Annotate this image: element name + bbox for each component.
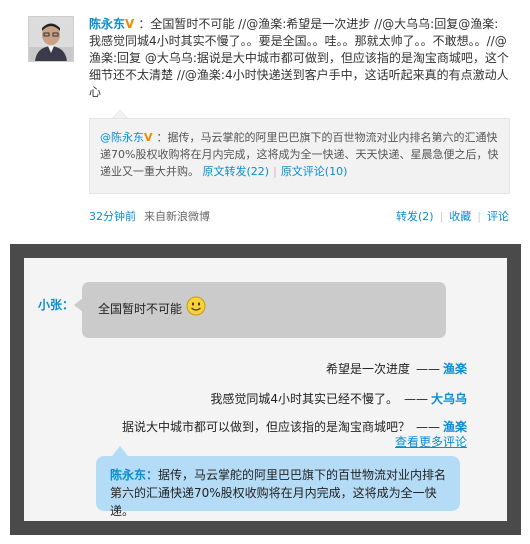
quote-author-link[interactable]: @陈永东 bbox=[100, 131, 144, 144]
smiley-icon bbox=[186, 296, 206, 316]
reply-author-link[interactable]: 大乌乌 bbox=[431, 392, 467, 406]
reply-dash: —— bbox=[415, 362, 440, 376]
reply-author-link[interactable]: 渔楽 bbox=[443, 362, 467, 376]
reply-item: 希望是一次进度 —— 渔楽 bbox=[326, 360, 467, 377]
reply-dash: —— bbox=[415, 420, 440, 434]
post-text: ：全国暂时不可能 //@渔楽:希望是一次进步 //@大乌乌:回复@渔楽:我感觉同… bbox=[89, 17, 509, 99]
reply-dash: —— bbox=[403, 392, 428, 406]
quote-caret bbox=[112, 110, 128, 118]
reply-author-link[interactable]: 渔楽 bbox=[443, 420, 467, 434]
quote-bubble-text: 据传，马云掌舵的阿里巴巴旗下的百世物流对业内排名第六的汇通快递70%股权收购将在… bbox=[110, 468, 447, 518]
quote-verified-badge-icon: V bbox=[144, 131, 153, 144]
post-actions: 转发(2) | 收藏 | 评论 bbox=[396, 208, 509, 224]
action-separator: | bbox=[439, 210, 444, 223]
verified-badge-icon: V bbox=[125, 17, 135, 31]
original-comment-link[interactable]: 原文评论(10) bbox=[281, 165, 348, 178]
post-content: 陈永东V ：全国暂时不可能 //@渔楽:希望是一次进步 //@大乌乌:回复@渔楽:… bbox=[89, 16, 509, 101]
post-footer: 32分钟前 来自新浪微博 转发(2) | 收藏 | 评论 bbox=[89, 208, 509, 224]
quote-bubble-author-link[interactable]: 陈永东： bbox=[110, 468, 158, 482]
post-source: 来自新浪微博 bbox=[144, 210, 210, 223]
weibo-post: 陈永东V ：全国暂时不可能 //@渔楽:希望是一次进步 //@大乌乌:回复@渔楽:… bbox=[0, 0, 530, 238]
speech-bubble: 全国暂时不可能 bbox=[82, 282, 446, 338]
mockup-frame: 小张： 全国暂时不可能 希望是一次进度 —— 渔楽 我感觉同城4小时其实已经不慢了。… bbox=[10, 244, 521, 535]
original-repost-link[interactable]: 原文转发(22) bbox=[203, 165, 270, 178]
reply-text: 我感觉同城4小时其实已经不慢了。 bbox=[210, 392, 398, 406]
reply-text: 据说大中城市都可以做到，但应该指的是淘宝商城吧？ bbox=[121, 420, 410, 434]
reply-item: 我感觉同城4小时其实已经不慢了。 —— 大乌乌 bbox=[210, 390, 467, 407]
reply-text: 希望是一次进度 bbox=[325, 362, 410, 376]
quote-bubble: 陈永东：据传，马云掌舵的阿里巴巴旗下的百世物流对业内排名第六的汇通快递70%股权… bbox=[96, 456, 460, 518]
repost-link[interactable]: 转发(2) bbox=[396, 210, 434, 223]
mockup-panel: 小张： 全国暂时不可能 希望是一次进度 —— 渔楽 我感觉同城4小时其实已经不慢了。… bbox=[24, 258, 507, 521]
comment-link[interactable]: 评论 bbox=[487, 210, 509, 223]
action-separator: | bbox=[477, 210, 481, 223]
avatar[interactable] bbox=[28, 16, 74, 62]
post-author-link[interactable]: 陈永东 bbox=[89, 17, 125, 31]
post-time-link[interactable]: 32分钟前 bbox=[89, 210, 136, 223]
speaker-label: 小张： bbox=[38, 298, 75, 312]
favorite-link[interactable]: 收藏 bbox=[449, 210, 471, 223]
more-comments-link[interactable]: 查看更多评论 bbox=[395, 433, 467, 450]
quote-bubble-tail bbox=[112, 446, 128, 456]
quote-link-separator: | bbox=[273, 165, 277, 178]
avatar-photo-icon bbox=[29, 17, 73, 61]
quoted-post: @陈永东V ：据传，马云掌舵的阿里巴巴旗下的百世物流对业内排名第六的汇通快递70%… bbox=[89, 118, 510, 194]
bubble-text: 全国暂时不可能 bbox=[98, 302, 183, 316]
